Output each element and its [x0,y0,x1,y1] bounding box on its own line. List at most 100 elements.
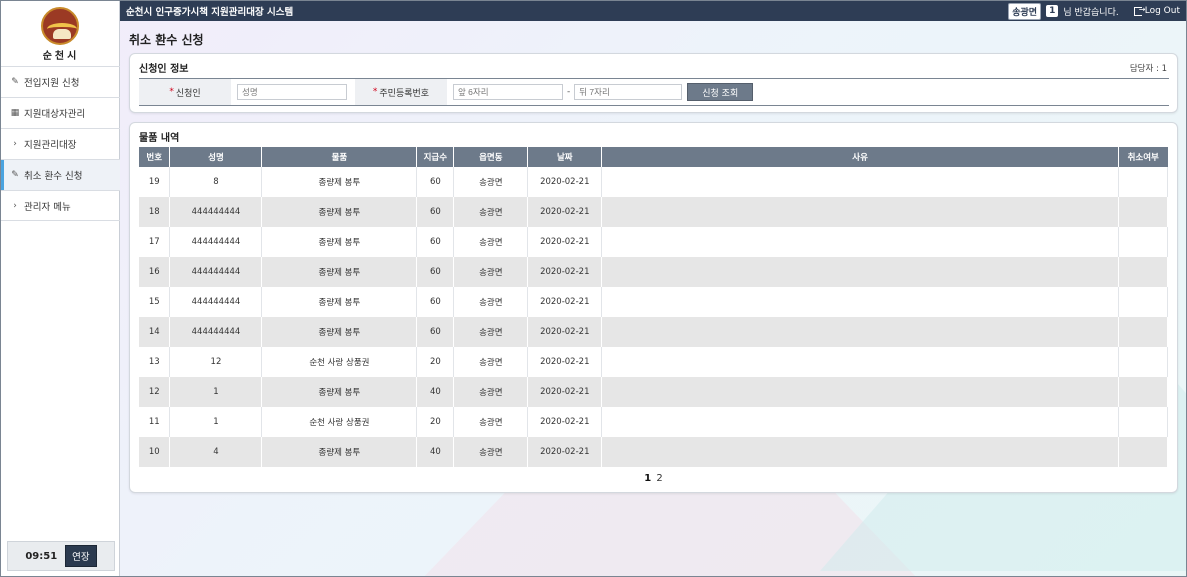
table-cell: 종량제 봉투 [261,377,418,407]
table-cell: 종량제 봉투 [261,317,418,347]
table-cell: 2020-02-21 [527,347,603,377]
logout-button[interactable]: Log Out [1133,5,1180,16]
section-title: 물품 내역 [139,133,180,144]
table-cell: 60 [416,227,455,257]
sidebar-item-support-ledger[interactable]: › 지원관리대장 [1,128,120,159]
city-logo[interactable]: 순천시 [41,7,81,62]
table-cell [601,317,1119,347]
table-cell: 송광면 [453,407,529,437]
table-row[interactable]: 16 444444444 종량제 봉투 60 송광면 2020-02-21 [139,257,1169,287]
session-timer: 09:51 연장 [7,541,115,571]
column-header[interactable]: 날짜 [527,147,603,167]
table-cell: 송광면 [453,167,529,197]
table-cell: 1 [169,407,263,437]
table-row[interactable]: 15 444444444 종량제 봉투 60 송광면 2020-02-21 [139,287,1169,317]
rrn-back-input[interactable] [574,84,683,100]
table-cell [601,347,1119,377]
table-cell: 60 [416,257,455,287]
table-cell [1118,377,1169,407]
table-cell [1118,347,1169,377]
table-cell [1118,197,1169,227]
user-count-badge: 1 [1046,5,1059,17]
table-cell: 60 [416,167,455,197]
table-cell: 송광면 [453,347,529,377]
column-header[interactable]: 취소여부 [1118,147,1168,167]
system-title: 순천시 인구증가시책 지원관리대장 시스템 [126,7,294,18]
user-area: 송광면 1 님 반갑습니다. Log Out [1008,2,1180,20]
rrn-front-input[interactable] [453,84,563,100]
page-link-2[interactable]: 2 [656,473,662,484]
page-link-1[interactable]: 1 [644,473,651,484]
table-row[interactable]: 11 1 순천 사랑 상품권 20 송광면 2020-02-21 [139,407,1169,437]
table-cell [1118,167,1169,197]
table-cell [1118,257,1169,287]
table-cell [601,377,1119,407]
edit-icon: ✎ [11,77,19,87]
chevron-right-icon: › [13,139,17,149]
table-cell: 종량제 봉투 [261,287,418,317]
table-cell: 종량제 봉투 [261,197,418,227]
extend-session-button[interactable]: 연장 [65,545,97,567]
items-table: 번호 성명 물품 지급수 읍면동 날짜 사유 취소여부 19 8 종량제 봉투 60 송… [139,147,1169,467]
column-header[interactable]: 사유 [601,147,1119,167]
column-header[interactable]: 읍면동 [453,147,529,167]
name-input[interactable] [237,84,347,100]
table-cell: 2020-02-21 [527,437,603,467]
table-row[interactable]: 19 8 종량제 봉투 60 송광면 2020-02-21 [139,167,1169,197]
column-header[interactable]: 성명 [169,147,263,167]
table-cell: 10 [139,437,171,467]
sidebar-item-label: 지원관리대장 [24,140,77,151]
logout-icon [1133,5,1145,16]
sidebar-item-label: 지원대상자관리 [24,109,86,120]
table-row[interactable]: 10 4 종량제 봉투 40 송광면 2020-02-21 [139,437,1169,467]
table-cell: 종량제 봉투 [261,437,418,467]
edit-icon: ✎ [11,170,19,180]
user-name-badge: 송광면 [1008,2,1042,20]
items-panel: 물품 내역 번호 성명 물품 지급수 읍면동 날짜 사유 취소여부 19 8 종량제… [129,122,1178,493]
table-cell [1118,437,1169,467]
table-header-row: 번호 성명 물품 지급수 읍면동 날짜 사유 취소여부 [139,147,1168,167]
table-cell: 13 [139,347,171,377]
table-row[interactable]: 18 444444444 종량제 봉투 60 송광면 2020-02-21 [139,197,1169,227]
query-application-button[interactable]: 신청 조회 [687,83,754,101]
table-row[interactable]: 17 444444444 종량제 봉투 60 송광면 2020-02-21 [139,227,1169,257]
table-cell: 2020-02-21 [527,407,603,437]
table-cell: 송광면 [453,317,529,347]
table-cell: 11 [139,407,171,437]
table-cell [1118,227,1169,257]
table-cell: 순천 사랑 상품권 [261,347,418,377]
column-header[interactable]: 물품 [261,147,418,167]
table-row[interactable]: 12 1 종량제 봉투 40 송광면 2020-02-21 [139,377,1169,407]
table-cell: 2020-02-21 [527,377,603,407]
table-cell: 17 [139,227,171,257]
sidebar: 순천시 ✎ 전입지원 신청 ▦ 지원대상자관리 › 지원관리대장 ✎ 취소 환수… [1,1,120,576]
table-row[interactable]: 14 444444444 종량제 봉투 60 송광면 2020-02-21 [139,317,1169,347]
required-marker: * [372,87,378,97]
rrn-dash: - [567,87,571,97]
table-cell: 14 [139,317,171,347]
sidebar-item-recipient-management[interactable]: ▦ 지원대상자관리 [1,97,120,128]
table-cell: 60 [416,317,455,347]
greeting-text: 님 반갑습니다. [1063,7,1119,18]
table-cell: 16 [139,257,171,287]
table-cell: 종량제 봉투 [261,167,418,197]
top-bar: 순천시 인구증가시책 지원관리대장 시스템 송광면 1 님 반갑습니다. Log… [120,1,1186,21]
page-title: 취소 환수 신청 [129,33,204,47]
sidebar-item-admin-menu[interactable]: › 관리자 메뉴 [1,190,120,221]
rrn-label: * 주민등록번호 [355,79,447,105]
table-cell [1118,407,1169,437]
pagination: 1 2 [130,473,1177,484]
sidebar-item-relocation-support[interactable]: ✎ 전입지원 신청 [1,66,120,97]
column-header[interactable]: 번호 [139,147,171,167]
table-cell: 송광면 [453,227,529,257]
table-cell: 8 [169,167,263,197]
table-cell [601,407,1119,437]
column-header[interactable]: 지급수 [416,147,455,167]
table-cell: 종량제 봉투 [261,257,418,287]
table-cell: 40 [416,437,455,467]
table-row[interactable]: 13 12 순천 사랑 상품권 20 송광면 2020-02-21 [139,347,1169,377]
applicant-info-panel: 신청인 정보 담당자 : 1 * 신청인 * 주민등록번호 - 신청 조회 [129,53,1178,113]
sidebar-item-cancel-refund[interactable]: ✎ 취소 환수 신청 [1,159,120,190]
table-cell: 송광면 [453,287,529,317]
table-cell: 15 [139,287,171,317]
